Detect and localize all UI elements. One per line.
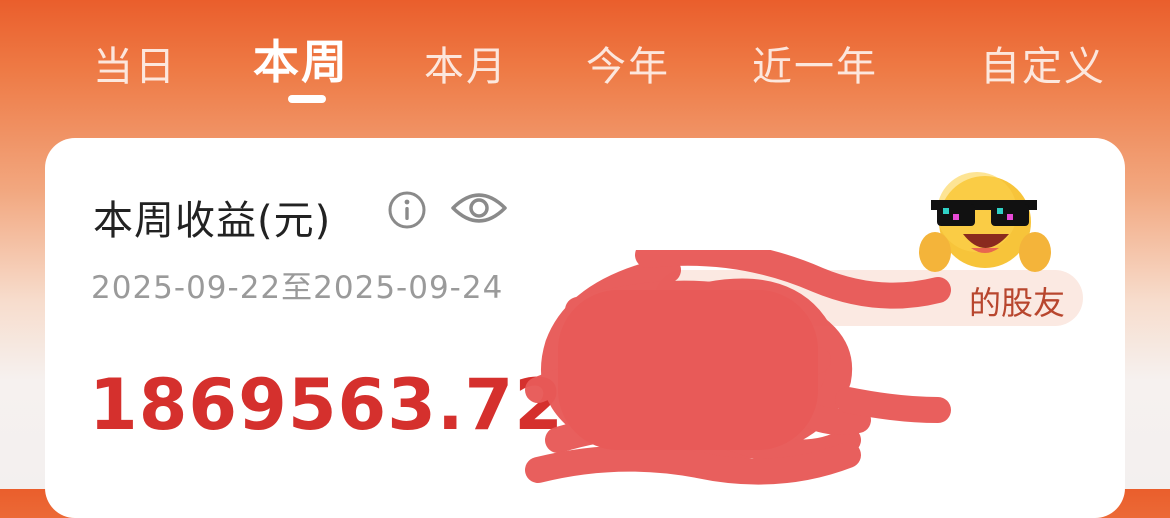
- period-tab-bar: 当日 本周 本月 今年 近一年 自定义: [0, 0, 1170, 110]
- card-title: 本周收益(元): [93, 198, 332, 244]
- tab-week[interactable]: 本周: [253, 26, 349, 92]
- tab-day[interactable]: 当日: [93, 34, 177, 92]
- tab-year[interactable]: 今年: [586, 34, 670, 92]
- tab-month[interactable]: 本月: [424, 34, 508, 92]
- earnings-amount: 1869563.72: [89, 364, 564, 446]
- active-tab-indicator: [288, 95, 326, 103]
- redaction-scribble: [525, 250, 951, 485]
- eye-icon[interactable]: [450, 188, 508, 228]
- date-range: 2025-09-22至2025-09-24: [91, 270, 504, 306]
- tab-custom[interactable]: 自定义: [980, 34, 1106, 92]
- info-icon[interactable]: [387, 190, 427, 230]
- rank-badge-text: 的股友: [968, 284, 1065, 322]
- tab-last-year[interactable]: 近一年: [752, 34, 878, 92]
